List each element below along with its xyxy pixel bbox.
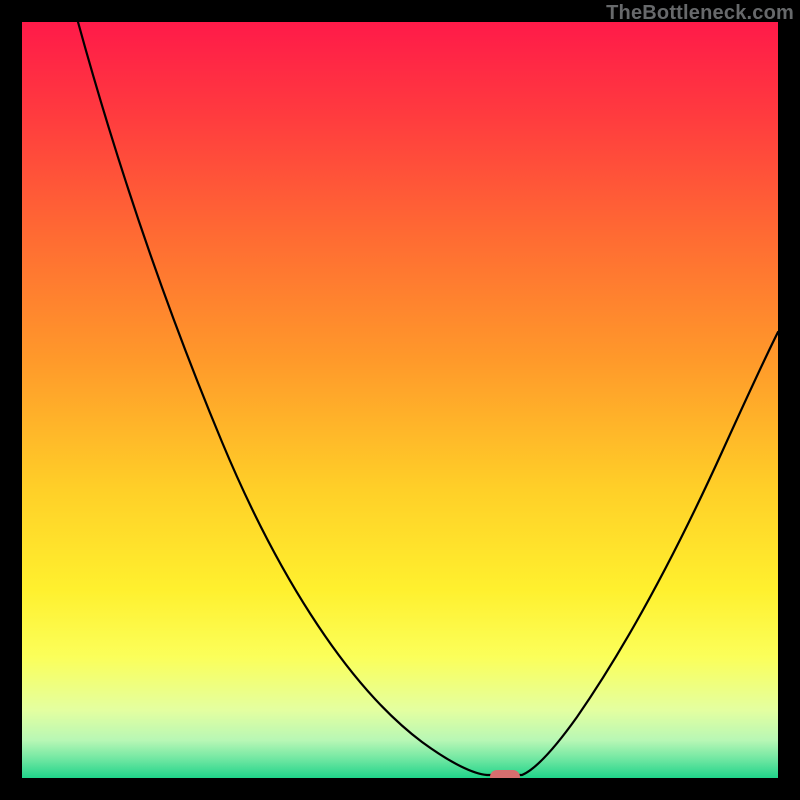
optimum-marker	[490, 770, 520, 778]
gradient-background	[22, 22, 778, 778]
bottleneck-chart	[22, 22, 778, 778]
chart-container: TheBottleneck.com	[0, 0, 800, 800]
